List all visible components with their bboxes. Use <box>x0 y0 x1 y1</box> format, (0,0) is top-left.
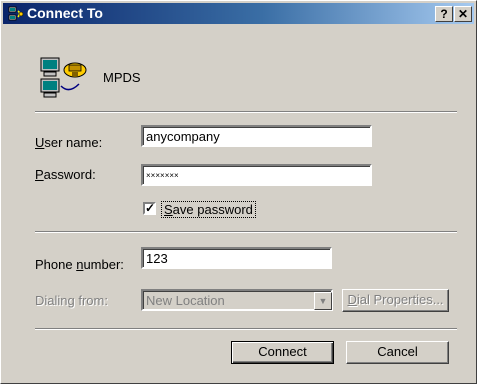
username-label: User name: <box>35 135 103 150</box>
separator-middle <box>35 231 457 233</box>
dialup-network-icon <box>8 6 24 21</box>
help-button[interactable]: ? <box>435 6 453 22</box>
phone-number-field[interactable]: 123 <box>141 247 332 269</box>
dial-properties-button[interactable]: Dial Properties... <box>342 289 449 312</box>
separator-bottom <box>35 328 457 330</box>
connect-button[interactable]: Connect <box>231 341 334 364</box>
save-password-label[interactable]: Save password <box>161 201 256 218</box>
save-password-checkbox[interactable]: ✓ <box>143 202 156 215</box>
phone-number-label: Phone number: <box>35 257 124 272</box>
window-title: Connect To <box>27 5 103 21</box>
connect-to-dialog: Connect To ? ✕ MPDS User name: anycompan… <box>0 0 477 384</box>
connection-name: MPDS <box>103 70 141 85</box>
password-label: Password: <box>35 167 96 182</box>
chevron-down-icon[interactable]: ▼ <box>314 292 332 310</box>
close-button[interactable]: ✕ <box>454 6 472 22</box>
dialing-from-select[interactable]: New Location <box>141 289 333 311</box>
cancel-button[interactable]: Cancel <box>346 341 449 364</box>
dialup-connection-icon <box>40 57 87 98</box>
separator-top <box>35 111 457 113</box>
username-field[interactable]: anycompany <box>141 125 372 147</box>
dialing-from-label: Dialing from: <box>35 293 108 308</box>
title-bar[interactable]: Connect To ? ✕ <box>3 3 474 24</box>
password-field[interactable]: ××××××× <box>141 164 372 186</box>
